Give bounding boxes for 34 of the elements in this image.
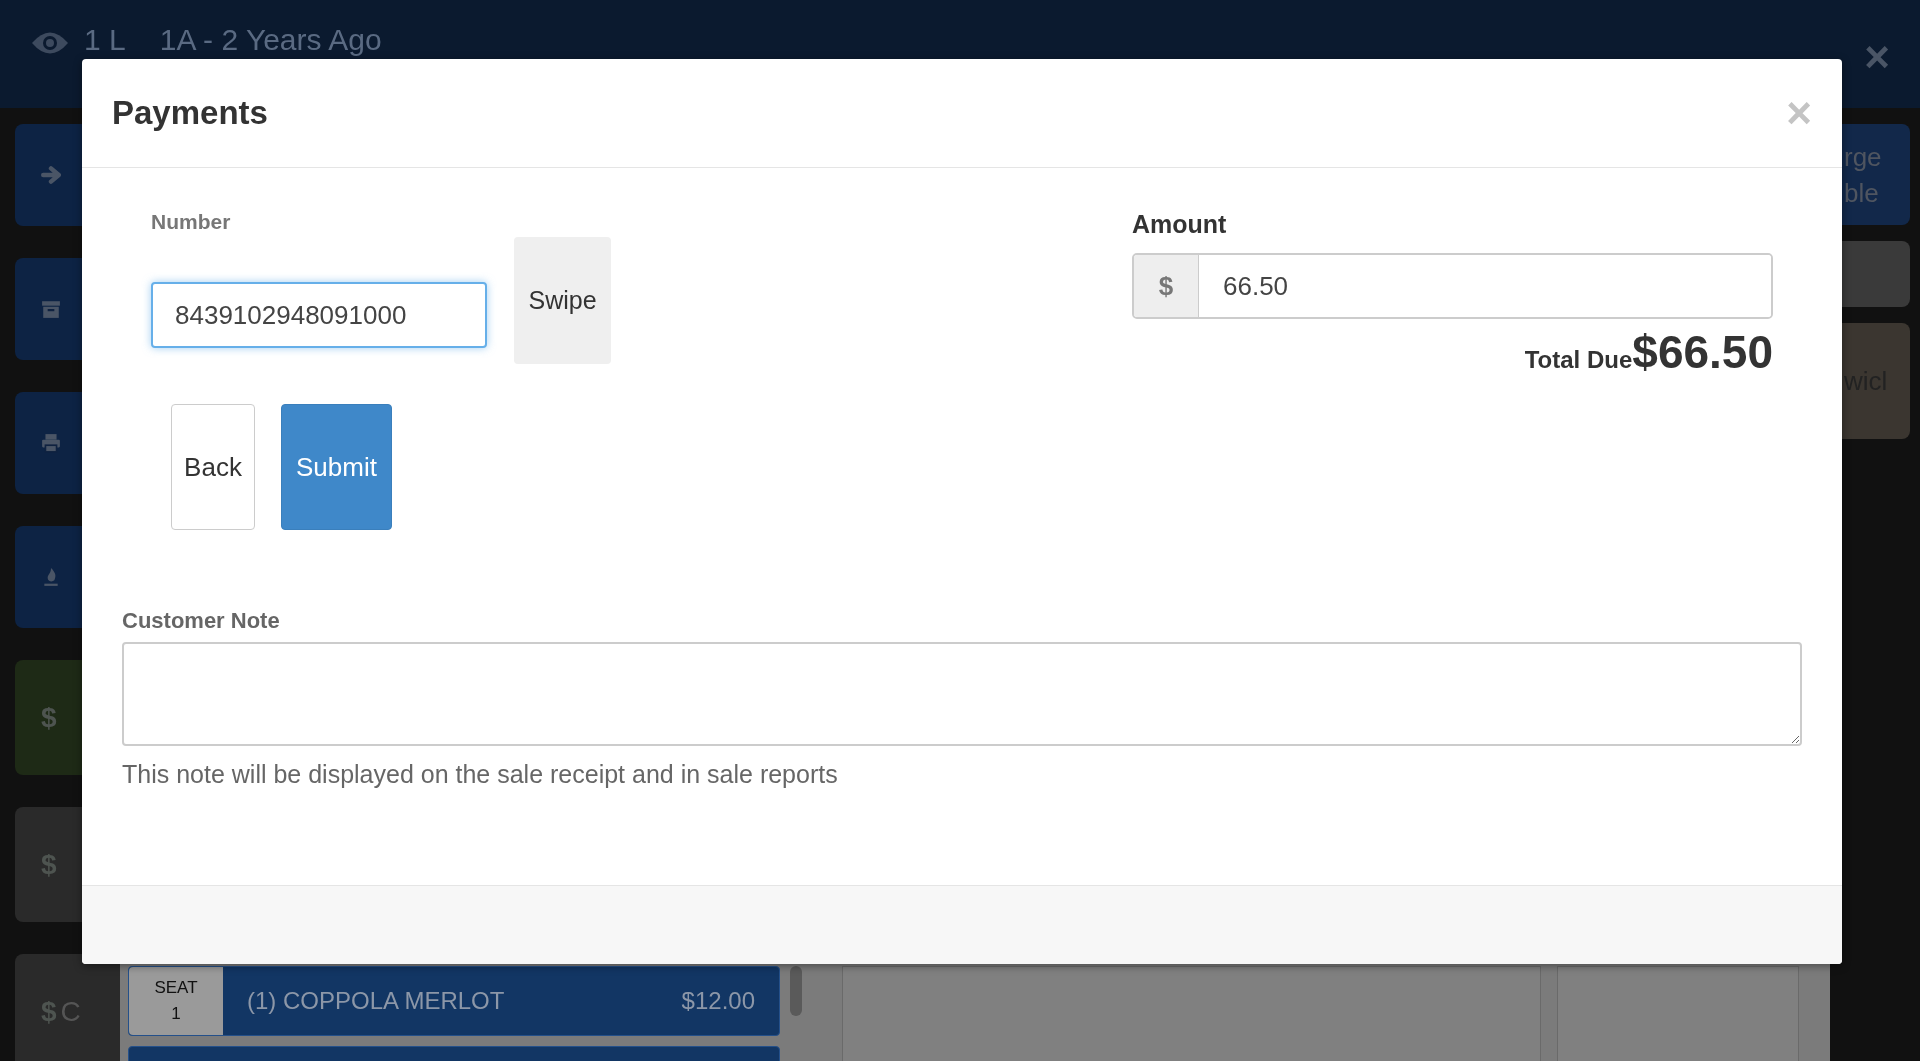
field-label: Amount [1132,210,1228,239]
printer-icon [41,433,61,453]
dollar-sign: $ [41,995,57,1028]
archive-box-icon [41,299,61,319]
close-button[interactable]: × [1864,32,1890,82]
scrollbar [790,966,802,1016]
bar-title: 1 L [84,24,126,56]
flame-icon [41,567,61,587]
amount-field[interactable]: $ 66.50 [1132,253,1773,319]
field-label: Number [151,210,232,234]
arrow-icon [41,165,61,185]
item-price: $12.00 [681,987,755,1015]
eye-icon [30,30,70,56]
button-label: rge [1844,140,1883,174]
item-name: (1) COPPOLA MERLOT [247,987,506,1015]
dollar-sign: $ [41,848,57,881]
number-field[interactable]: 8439102948091000 [151,282,487,348]
currency-addon: $ [1134,255,1199,317]
total-label: Total Due [1524,346,1633,374]
swipe-button[interactable]: Swipe [514,237,611,364]
submit-button[interactable]: Submit [281,404,392,530]
bar-title: 1A - 2 Years Ago [159,24,382,56]
close-button[interactable]: × [1786,91,1812,135]
dialog-title: Payments [112,94,268,132]
dollar-sign: $ [41,701,57,734]
seat-number: 1 [171,1004,181,1024]
help-text: This note will be displayed on the sale receipt and in sale reports [122,760,839,789]
total-amount: $66.50 [1632,325,1773,379]
button-label: ble [1844,176,1880,210]
note-field[interactable] [122,642,1802,746]
seat-label: SEAT [154,978,198,998]
field-label: Customer Note [122,608,281,634]
order-row[interactable]: SEAT 1 (1) COPPOLA MERLOT $12.00 [128,966,780,1036]
back-button[interactable]: Back [171,404,255,530]
